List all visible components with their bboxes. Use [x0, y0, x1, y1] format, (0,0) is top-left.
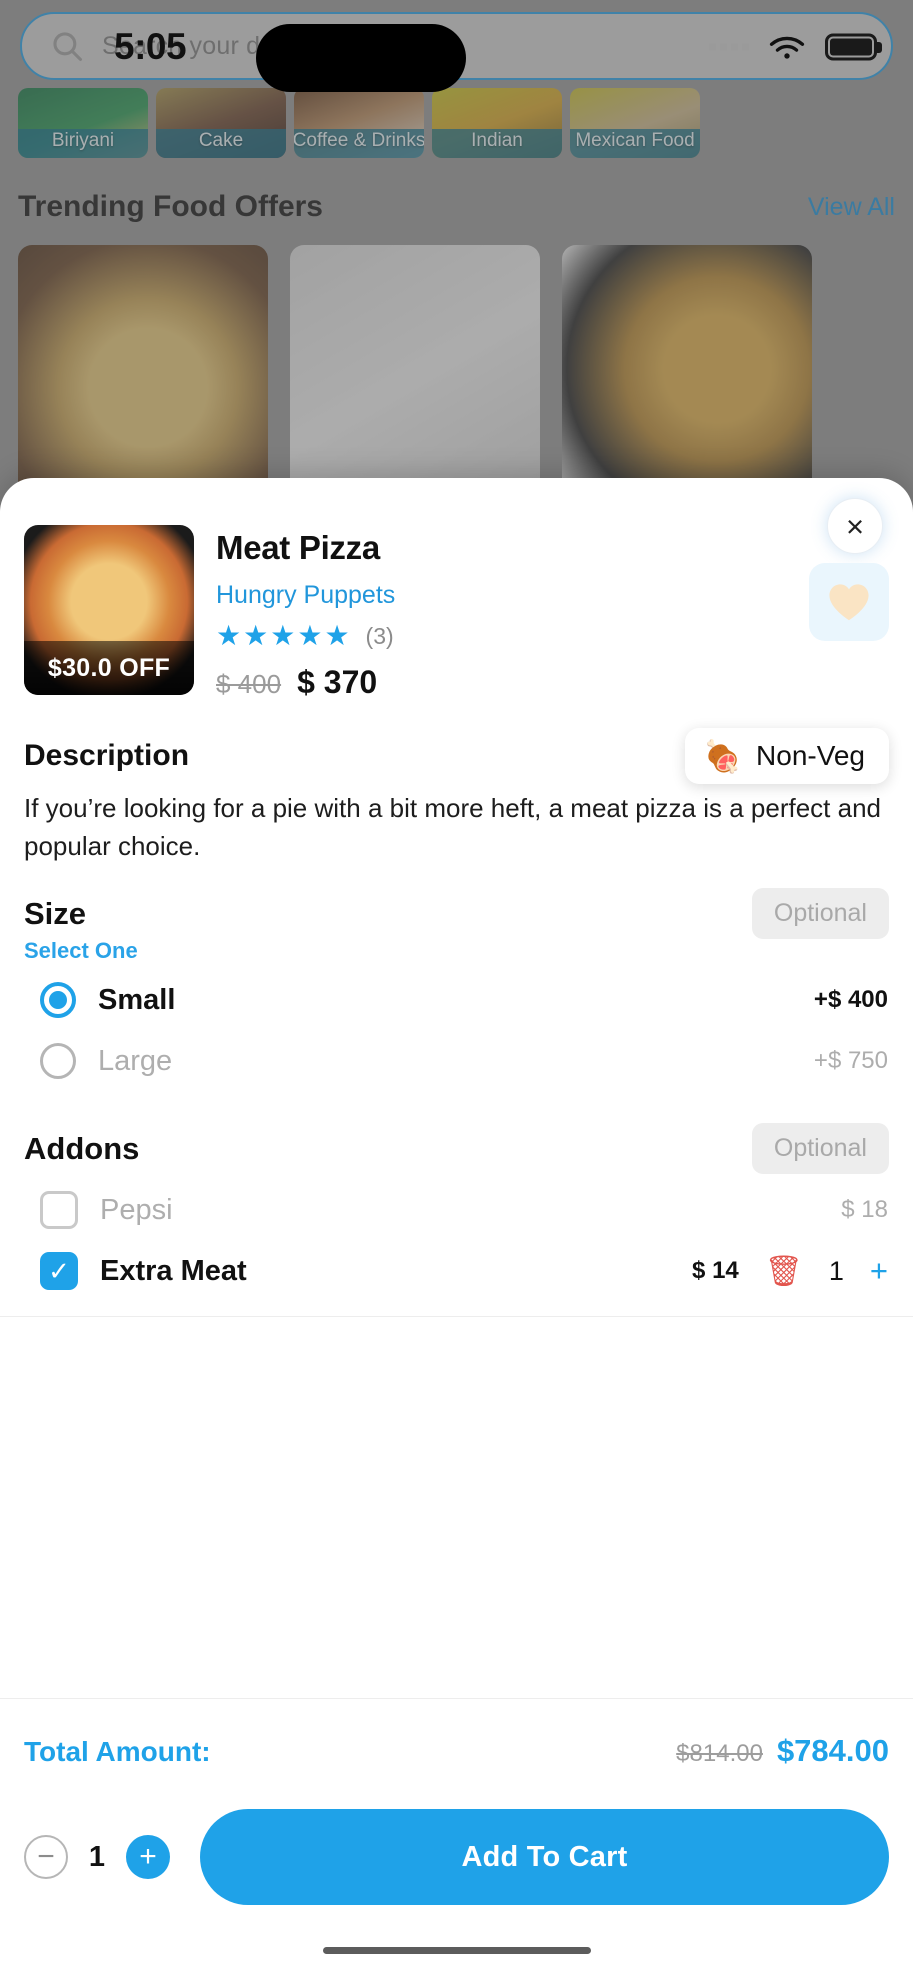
- discount-badge: $30.0 OFF: [24, 641, 194, 695]
- section-divider: [0, 1316, 913, 1317]
- star-icon: ★: [216, 620, 242, 651]
- size-option-left: Large: [40, 1043, 172, 1079]
- restaurant-link[interactable]: Hungry Puppets: [216, 581, 889, 610]
- addon-left: ✓ Extra Meat: [40, 1252, 247, 1290]
- quantity-stepper: − 1 +: [24, 1835, 200, 1879]
- app-screen: Search your desired foods Biriyani Cake …: [0, 0, 913, 1980]
- quantity-increase-button[interactable]: +: [126, 1835, 170, 1879]
- size-option-price: +$ 400: [813, 986, 888, 1013]
- heart-icon: [829, 584, 869, 621]
- rating-row: ★ ★ ★ ★ ★ (3): [216, 622, 889, 650]
- product-meta: Meat Pizza Hungry Puppets ★ ★ ★ ★ ★ (3) …: [216, 525, 889, 701]
- star-icon: ★: [270, 620, 296, 651]
- radio-icon[interactable]: [40, 982, 76, 1018]
- diet-badge-label: Non-Veg: [756, 740, 865, 771]
- add-to-cart-button[interactable]: Add To Cart: [200, 1809, 889, 1905]
- star-icon: ★: [297, 620, 323, 651]
- quantity-decrease-button[interactable]: −: [24, 1835, 68, 1879]
- trash-icon[interactable]: 🗑: [765, 1254, 803, 1289]
- size-option-small[interactable]: Small +$ 400: [40, 973, 888, 1027]
- total-row: Total Amount: $814.00 $784.00: [24, 1733, 889, 1769]
- total-final: $784.00: [776, 1733, 889, 1768]
- addon-price: $ 14: [692, 1257, 739, 1284]
- rating-count: (3): [365, 622, 394, 649]
- size-option-large[interactable]: Large +$ 750: [40, 1034, 888, 1088]
- addon-label: Extra Meat: [100, 1254, 247, 1287]
- size-optional-badge: Optional: [751, 888, 889, 939]
- star-icon: ★: [324, 620, 350, 651]
- size-hint: Select One: [24, 938, 138, 963]
- plus-icon[interactable]: +: [870, 1253, 888, 1289]
- addon-left: Pepsi: [40, 1191, 173, 1229]
- price-discounted: $ 370: [297, 664, 378, 700]
- price-row: $ 400 $ 370: [216, 664, 889, 701]
- addon-item-extra-meat[interactable]: ✓ Extra Meat $ 14 🗑 1 +: [40, 1244, 888, 1298]
- addon-price: $ 18: [841, 1196, 888, 1223]
- total-label: Total Amount:: [24, 1736, 211, 1767]
- description-text: If you’re looking for a pie with a bit m…: [24, 793, 881, 861]
- size-option-label: Small: [98, 983, 176, 1016]
- price-original: $ 400: [216, 669, 282, 699]
- star-icon: ★: [243, 620, 269, 651]
- product-name: Meat Pizza: [216, 529, 380, 566]
- size-option-price: +$ 750: [813, 1047, 888, 1074]
- favorite-button[interactable]: [809, 563, 889, 641]
- size-section-header: Size Optional: [24, 888, 889, 939]
- addon-label: Pepsi: [100, 1193, 173, 1226]
- addon-controls: $ 14 🗑 1 +: [692, 1253, 888, 1289]
- addon-quantity: 1: [828, 1255, 844, 1286]
- description-header: Description 🍖 Non-Veg: [24, 728, 889, 784]
- cart-footer: Total Amount: $814.00 $784.00 − 1 + Add …: [0, 1698, 913, 1980]
- diet-badge: 🍖 Non-Veg: [685, 728, 889, 784]
- product-image: $30.0 OFF: [24, 525, 194, 695]
- cart-action-row: − 1 + Add To Cart: [24, 1809, 889, 1905]
- description-title: Description: [24, 739, 190, 772]
- size-option-left: Small: [40, 982, 175, 1018]
- size-title: Size: [24, 895, 87, 931]
- quantity-value: 1: [88, 1840, 106, 1873]
- meat-icon: 🍖: [703, 738, 743, 774]
- checkbox-icon[interactable]: ✓: [40, 1252, 78, 1290]
- size-option-label: Large: [98, 1044, 173, 1077]
- total-original: $814.00: [676, 1740, 763, 1767]
- product-summary: $30.0 OFF Meat Pizza Hungry Puppets ★ ★ …: [24, 525, 889, 701]
- rating-stars: ★ ★ ★ ★ ★: [216, 622, 350, 650]
- addons-section-header: Addons Optional: [24, 1123, 889, 1174]
- addon-item-pepsi[interactable]: Pepsi $ 18: [40, 1183, 888, 1237]
- checkbox-icon[interactable]: [40, 1191, 78, 1229]
- addons-title: Addons: [24, 1130, 140, 1166]
- product-detail-sheet: × $30.0 OFF Meat Pizza Hungry Puppets ★ …: [0, 478, 913, 1980]
- total-values: $814.00 $784.00: [676, 1733, 889, 1769]
- radio-icon[interactable]: [40, 1043, 76, 1079]
- home-indicator: [322, 1947, 591, 1954]
- addons-optional-badge: Optional: [751, 1123, 889, 1174]
